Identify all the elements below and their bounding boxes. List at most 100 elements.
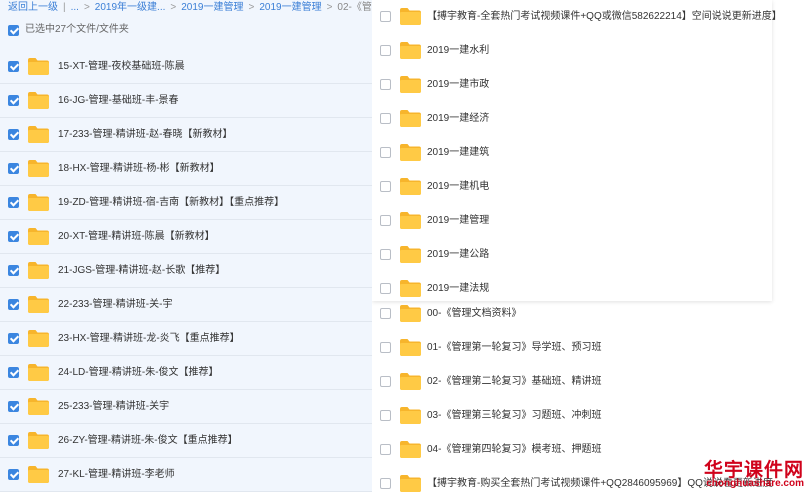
file-row[interactable]: 15-XT-管理-夜校基础班-陈晨 — [0, 50, 372, 84]
file-row[interactable]: 2019一建建筑 — [372, 136, 772, 170]
checkbox-icon[interactable] — [380, 342, 391, 353]
file-name[interactable]: 2019一建水利 — [427, 34, 489, 68]
file-name[interactable]: 2019一建管理 — [427, 204, 489, 238]
file-row[interactable]: 01-《管理第一轮复习》导学班、预习班 — [372, 331, 812, 365]
file-row[interactable]: 03-《管理第三轮复习》习题班、冲刺班 — [372, 399, 812, 433]
file-name[interactable]: 21-JGS-管理-精讲班-赵-长歌【推荐】 — [58, 254, 225, 288]
checkbox-icon[interactable] — [8, 61, 19, 72]
checkbox-icon[interactable] — [8, 435, 19, 446]
checkbox-icon[interactable] — [380, 283, 391, 294]
breadcrumb-link[interactable]: 2019一建管理 — [259, 2, 321, 13]
file-row[interactable]: 23-HX-管理-精讲班-龙-炎飞【重点推荐】 — [0, 322, 372, 356]
file-name[interactable]: 23-HX-管理-精讲班-龙-炎飞【重点推荐】 — [58, 322, 240, 356]
file-name[interactable]: 16-JG-管理-基础班-丰-景春 — [58, 84, 179, 118]
file-name[interactable]: 18-HX-管理-精讲班-杨-彬【新教材】 — [58, 152, 220, 186]
file-row[interactable]: 18-HX-管理-精讲班-杨-彬【新教材】 — [0, 152, 372, 186]
file-row[interactable]: 17-233-管理-精讲班-赵-春晓【新教材】 — [0, 118, 372, 152]
file-name[interactable]: 02-《管理第二轮复习》基础班、精讲班 — [427, 365, 601, 399]
file-row[interactable]: 19-ZD-管理-精讲班-宿-吉南【新教材】【重点推荐】 — [0, 186, 372, 220]
breadcrumb-link[interactable]: 2019年一级建... — [95, 2, 166, 13]
file-name[interactable]: 01-《管理第一轮复习》导学班、预习班 — [427, 331, 601, 365]
file-row[interactable]: 2019一建机电 — [372, 170, 772, 204]
selection-header: 已选中27个文件/文件夹 — [0, 20, 372, 40]
folder-icon — [28, 160, 49, 177]
breadcrumb-link[interactable]: 2019一建管理 — [181, 2, 243, 13]
file-row[interactable]: 2019一建管理 — [372, 204, 772, 238]
folder-icon — [400, 8, 421, 25]
checkbox-icon[interactable] — [380, 410, 391, 421]
file-row[interactable]: 20-XT-管理-精讲班-陈晨【新教材】 — [0, 220, 372, 254]
folder-icon — [400, 305, 421, 322]
checkbox-icon[interactable] — [380, 79, 391, 90]
breadcrumb-separator: > — [248, 2, 255, 13]
checkbox-icon[interactable] — [8, 129, 19, 140]
folder-icon — [400, 407, 421, 424]
file-name[interactable]: 2019一建建筑 — [427, 136, 489, 170]
file-row[interactable]: 【搏宇教育-全套热门考试视频课件+QQ或微信582622214】空间说说更新进度… — [372, 0, 782, 34]
folder-icon — [400, 76, 421, 93]
folder-icon — [400, 42, 421, 59]
file-name[interactable]: 27-KL-管理-精讲班-李老师 — [58, 458, 175, 492]
checkbox-icon[interactable] — [8, 469, 19, 480]
selection-count-text: 已选中27个文件/文件夹 — [25, 24, 129, 35]
file-row[interactable]: 2019一建市政 — [372, 68, 772, 102]
file-row[interactable]: 25-233-管理-精讲班-关宇 — [0, 390, 372, 424]
file-name[interactable]: 2019一建机电 — [427, 170, 489, 204]
checkbox-icon[interactable] — [8, 95, 19, 106]
file-row[interactable]: 26-ZY-管理-精讲班-朱-俊文【重点推荐】 — [0, 424, 372, 458]
file-row[interactable]: 2019一建公路 — [372, 238, 772, 272]
select-all-checkbox[interactable] — [8, 25, 19, 36]
breadcrumb-back-link[interactable]: 返回上一级 — [8, 2, 58, 13]
checkbox-icon[interactable] — [8, 299, 19, 310]
checkbox-icon[interactable] — [380, 181, 391, 192]
right-file-panel: 【搏宇教育-全套热门考试视频课件+QQ或微信582622214】空间说说更新进度… — [372, 0, 812, 492]
file-row[interactable]: 02-《管理第二轮复习》基础班、精讲班 — [372, 365, 812, 399]
checkbox-icon[interactable] — [8, 231, 19, 242]
file-row[interactable]: 2019一建经济 — [372, 102, 772, 136]
file-name[interactable]: 22-233-管理-精讲班-关-宇 — [58, 288, 172, 322]
file-name[interactable]: 17-233-管理-精讲班-赵-春晓【新教材】 — [58, 118, 232, 152]
file-name[interactable]: 04-《管理第四轮复习》模考班、押题班 — [427, 433, 601, 467]
folder-icon — [400, 110, 421, 127]
file-name[interactable]: 26-ZY-管理-精讲班-朱-俊文【重点推荐】 — [58, 424, 238, 458]
breadcrumb-separator: > — [83, 2, 90, 13]
file-row[interactable]: 22-233-管理-精讲班-关-宇 — [0, 288, 372, 322]
checkbox-icon[interactable] — [8, 367, 19, 378]
checkbox-icon[interactable] — [8, 401, 19, 412]
checkbox-icon[interactable] — [380, 249, 391, 260]
checkbox-icon[interactable] — [380, 215, 391, 226]
folder-icon — [28, 262, 49, 279]
checkbox-icon[interactable] — [380, 478, 391, 489]
checkbox-icon[interactable] — [380, 147, 391, 158]
file-name[interactable]: 2019一建经济 — [427, 102, 489, 136]
checkbox-icon[interactable] — [380, 11, 391, 22]
breadcrumb-ellipsis[interactable]: ... — [71, 2, 79, 13]
file-row[interactable]: 16-JG-管理-基础班-丰-景春 — [0, 84, 372, 118]
file-row[interactable]: 24-LD-管理-精讲班-朱-俊文【推荐】 — [0, 356, 372, 390]
checkbox-icon[interactable] — [380, 444, 391, 455]
file-name[interactable]: 15-XT-管理-夜校基础班-陈晨 — [58, 50, 185, 84]
file-row[interactable]: 21-JGS-管理-精讲班-赵-长歌【推荐】 — [0, 254, 372, 288]
file-name[interactable]: 00-《管理文档资料》 — [427, 297, 521, 331]
file-name[interactable]: 25-233-管理-精讲班-关宇 — [58, 390, 169, 424]
file-name[interactable]: 2019一建市政 — [427, 68, 489, 102]
file-row[interactable]: 27-KL-管理-精讲班-李老师 — [0, 458, 372, 492]
checkbox-icon[interactable] — [380, 308, 391, 319]
file-name[interactable]: 19-ZD-管理-精讲班-宿-吉南【新教材】【重点推荐】 — [58, 186, 284, 220]
checkbox-icon[interactable] — [380, 113, 391, 124]
checkbox-icon[interactable] — [8, 333, 19, 344]
file-name[interactable]: 03-《管理第三轮复习》习题班、冲刺班 — [427, 399, 601, 433]
folder-icon — [400, 441, 421, 458]
checkbox-icon[interactable] — [380, 45, 391, 56]
checkbox-icon[interactable] — [8, 197, 19, 208]
file-name[interactable]: 2019一建公路 — [427, 238, 489, 272]
file-name[interactable]: 24-LD-管理-精讲班-朱-俊文【推荐】 — [58, 356, 219, 390]
file-row[interactable]: 00-《管理文档资料》 — [372, 297, 812, 331]
file-name[interactable]: 【搏宇教育-全套热门考试视频课件+QQ或微信582622214】空间说说更新进度… — [427, 0, 782, 34]
folder-icon — [28, 228, 49, 245]
checkbox-icon[interactable] — [380, 376, 391, 387]
file-row[interactable]: 2019一建水利 — [372, 34, 772, 68]
checkbox-icon[interactable] — [8, 265, 19, 276]
file-name[interactable]: 20-XT-管理-精讲班-陈晨【新教材】 — [58, 220, 215, 254]
checkbox-icon[interactable] — [8, 163, 19, 174]
